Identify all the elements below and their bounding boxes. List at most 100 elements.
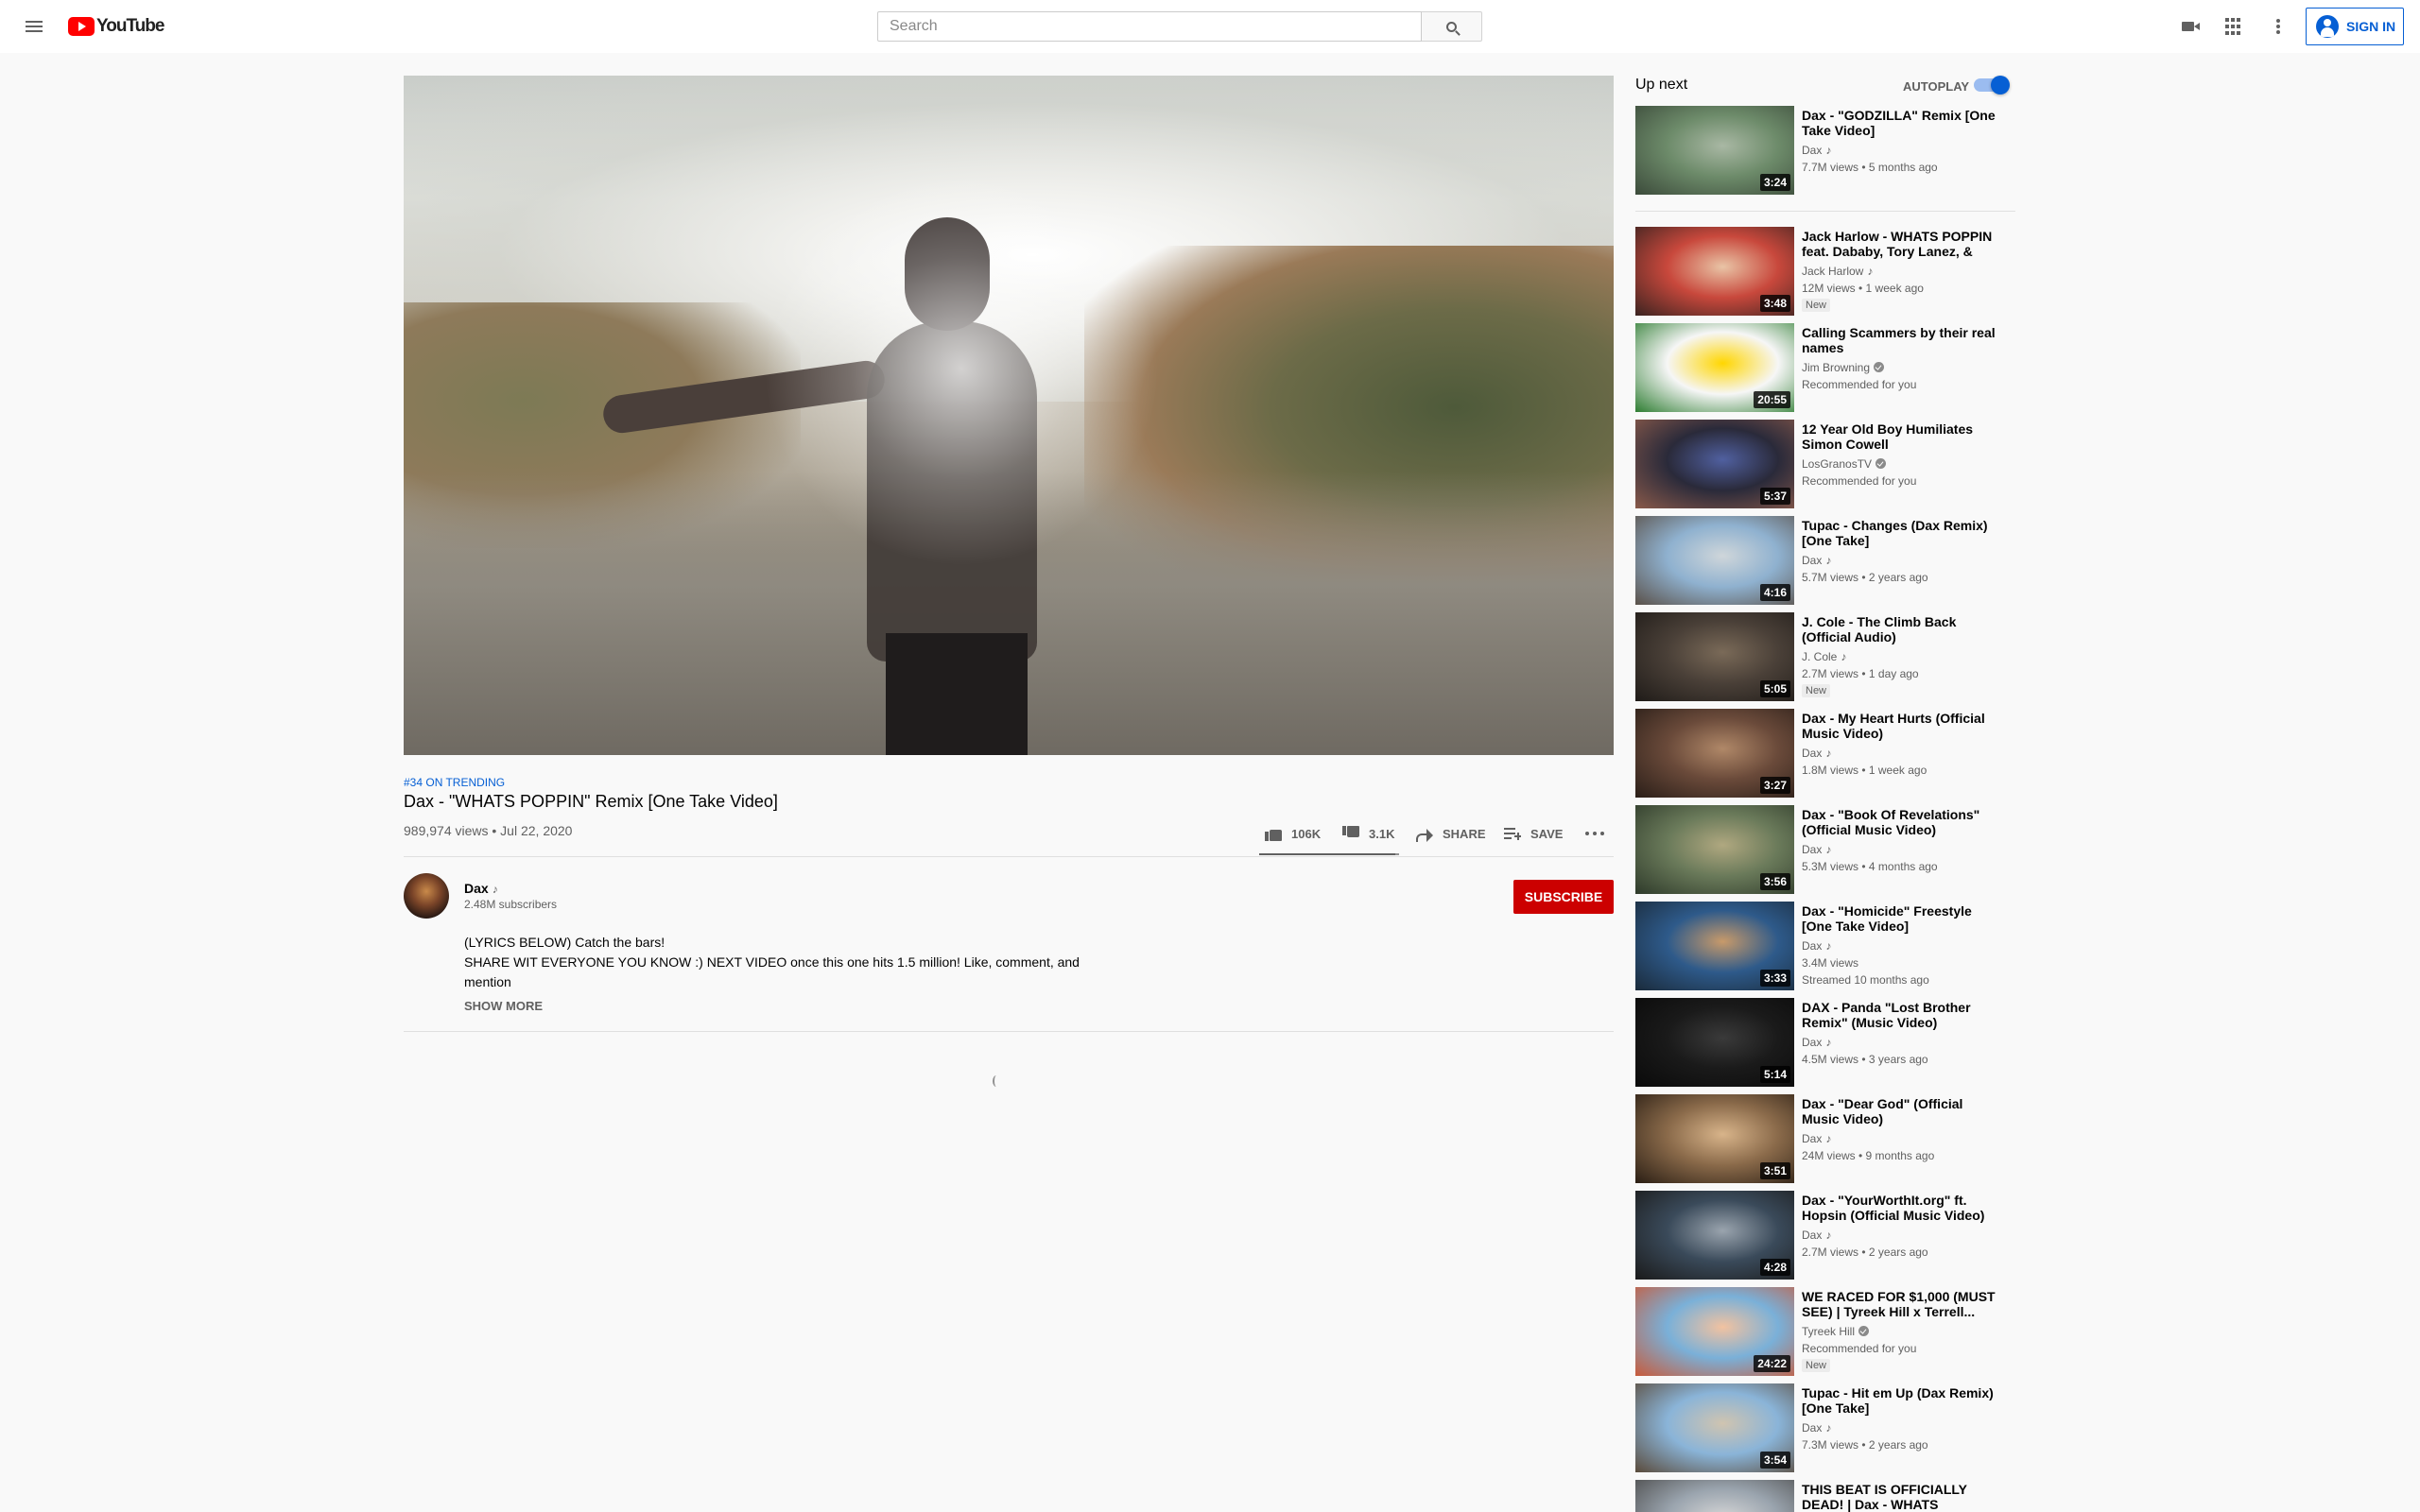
recommended-video[interactable]: 3:33 Dax - "Homicide" Freestyle [One Take… xyxy=(1635,902,2015,990)
search-button[interactable] xyxy=(1422,11,1482,42)
video-thumbnail[interactable]: 3:24 xyxy=(1635,106,1794,195)
video-thumbnail[interactable]: 3:48 xyxy=(1635,227,1794,316)
channel-name[interactable]: Dax ♪ xyxy=(1802,1132,1831,1145)
channel-name[interactable]: Dax ♪ xyxy=(1802,939,1831,953)
create-video-icon[interactable] xyxy=(2176,15,2200,38)
video-thumbnail[interactable]: 5:05 xyxy=(1635,612,1794,701)
video-title[interactable]: Calling Scammers by their real names xyxy=(1802,325,2000,355)
video-thumbnail[interactable]: 3:51 xyxy=(1635,1094,1794,1183)
channel-name[interactable]: Dax ♪ xyxy=(1802,1036,1831,1049)
music-note-icon: ♪ xyxy=(1825,747,1832,760)
recommended-video[interactable]: 4:28 Dax - "YourWorthIt.org" ft. Hopsin (… xyxy=(1635,1191,2015,1280)
video-meta: 2.7M views • 1 day ago xyxy=(1802,667,1919,680)
recommended-video[interactable]: 3:27 Dax - My Heart Hurts (Official Music… xyxy=(1635,709,2015,798)
show-more-button[interactable]: SHOW MORE xyxy=(464,999,543,1013)
menu-icon[interactable] xyxy=(23,15,45,38)
channel-name[interactable]: Tyreek Hill xyxy=(1802,1325,1870,1338)
recommended-video[interactable]: 5:05 J. Cole - The Climb Back (Official A… xyxy=(1635,612,2015,701)
video-title[interactable]: Tupac - Changes (Dax Remix) [One Take] xyxy=(1802,518,2000,548)
channel-name[interactable]: Dax ♪ xyxy=(1802,1421,1831,1435)
save-button[interactable]: SAVE xyxy=(1504,816,1563,850)
new-badge: New xyxy=(1802,1359,1831,1372)
recommended-video[interactable]: 3:56 Dax - "Book Of Revelations" (Officia… xyxy=(1635,805,2015,894)
channel-name[interactable]: Jim Browning xyxy=(1802,361,1885,374)
video-meta: 7.3M views • 2 years ago xyxy=(1802,1438,1928,1452)
recommended-video[interactable]: 3:24 Dax - "GODZILLA" Remix [One Take Vid… xyxy=(1635,106,2015,195)
video-thumbnail[interactable]: 20:55 xyxy=(1635,323,1794,412)
channel-avatar[interactable] xyxy=(404,873,449,919)
recommended-video[interactable]: 4:16 Tupac - Changes (Dax Remix) [One Tak… xyxy=(1635,516,2015,605)
share-button[interactable]: SHARE xyxy=(1416,816,1486,850)
channel-name[interactable]: Jack Harlow ♪ xyxy=(1802,265,1873,278)
video-thumbnail[interactable]: 3:56 xyxy=(1635,805,1794,894)
video-title[interactable]: DAX - Panda "Lost Brother Remix" (Music … xyxy=(1802,1000,2000,1030)
video-thumbnail[interactable]: 4:16 xyxy=(1635,516,1794,605)
subscribe-button[interactable]: SUBSCRIBE xyxy=(1513,880,1614,914)
video-duration: 3:56 xyxy=(1759,873,1790,890)
recommended-video[interactable]: THIS BEAT IS OFFICIALLY DEAD! | Dax - WH… xyxy=(1635,1480,2015,1512)
sign-in-button[interactable]: SIGN IN xyxy=(2306,8,2404,45)
divider xyxy=(1635,211,2015,212)
search-input[interactable]: Search xyxy=(877,11,1422,42)
channel-name[interactable]: J. Cole ♪ xyxy=(1802,650,1846,663)
video-title[interactable]: Dax - "Dear God" (Official Music Video) xyxy=(1802,1096,2000,1126)
channel-name-label: Dax xyxy=(1802,1036,1823,1049)
video-title[interactable]: Dax - "Homicide" Freestyle [One Take Vid… xyxy=(1802,903,2000,934)
video-thumbnail[interactable]: 3:54 xyxy=(1635,1383,1794,1472)
channel-name[interactable]: Dax ♪ xyxy=(1802,747,1831,760)
video-thumbnail[interactable]: 24:22 xyxy=(1635,1287,1794,1376)
video-thumbnail[interactable]: 5:37 xyxy=(1635,420,1794,508)
video-title[interactable]: Jack Harlow - WHATS POPPIN feat. Dababy,… xyxy=(1802,229,2000,259)
video-title[interactable]: Dax - "YourWorthIt.org" ft. Hopsin (Offi… xyxy=(1802,1193,2000,1223)
video-title[interactable]: WE RACED FOR $1,000 (MUST SEE) | Tyreek … xyxy=(1802,1289,2000,1319)
channel-name-label: Jack Harlow xyxy=(1802,265,1864,278)
video-title[interactable]: Dax - My Heart Hurts (Official Music Vid… xyxy=(1802,711,2000,741)
video-title[interactable]: Tupac - Hit em Up (Dax Remix) [One Take] xyxy=(1802,1385,2000,1416)
channel-name[interactable]: Dax ♪ xyxy=(1802,554,1831,567)
recommended-video[interactable]: 5:14 DAX - Panda "Lost Brother Remix" (Mu… xyxy=(1635,998,2015,1087)
autoplay-toggle[interactable] xyxy=(1974,76,2010,94)
dislike-button[interactable]: 3.1K xyxy=(1342,816,1394,850)
more-actions-button[interactable] xyxy=(1583,816,1606,850)
recommended-video[interactable]: 3:48 Jack Harlow - WHATS POPPIN feat. Dab… xyxy=(1635,227,2015,316)
channel-name[interactable]: Dax ♪ xyxy=(1802,144,1831,157)
video-title[interactable]: Dax - "GODZILLA" Remix [One Take Video] xyxy=(1802,108,2000,138)
channel-name[interactable]: Dax ♪ xyxy=(464,881,498,896)
video-meta: 5.3M views • 4 months ago xyxy=(1802,860,1938,873)
video-duration: 24:22 xyxy=(1754,1355,1790,1372)
channel-name[interactable]: LosGranosTV xyxy=(1802,457,1887,471)
video-thumbnail[interactable]: 3:27 xyxy=(1635,709,1794,798)
trending-badge[interactable]: #34 ON TRENDING xyxy=(404,776,505,789)
like-button[interactable]: 106K xyxy=(1265,816,1321,850)
apps-grid-icon[interactable] xyxy=(2221,15,2244,38)
recommended-video[interactable]: 3:51 Dax - "Dear God" (Official Music Vid… xyxy=(1635,1094,2015,1183)
divider xyxy=(404,1031,1614,1032)
video-meta: Recommended for you xyxy=(1802,474,1917,488)
view-count-date: 989,974 views • Jul 22, 2020 xyxy=(404,823,573,838)
video-title[interactable]: Dax - "Book Of Revelations" (Official Mu… xyxy=(1802,807,2000,837)
channel-name-label: Dax xyxy=(1802,1132,1823,1145)
recommended-video[interactable]: 3:54 Tupac - Hit em Up (Dax Remix) [One T… xyxy=(1635,1383,2015,1472)
video-thumbnail[interactable]: 5:14 xyxy=(1635,998,1794,1087)
video-player[interactable] xyxy=(404,76,1614,755)
video-title[interactable]: THIS BEAT IS OFFICIALLY DEAD! | Dax - WH… xyxy=(1802,1482,2000,1512)
video-title[interactable]: 12 Year Old Boy Humiliates Simon Cowell xyxy=(1802,421,2000,452)
music-note-icon: ♪ xyxy=(1825,843,1832,856)
video-thumbnail[interactable]: 4:28 xyxy=(1635,1191,1794,1280)
video-thumbnail[interactable] xyxy=(1635,1480,1794,1512)
video-thumbnail[interactable]: 3:33 xyxy=(1635,902,1794,990)
recommended-video[interactable]: 5:37 12 Year Old Boy Humiliates Simon Cow… xyxy=(1635,420,2015,508)
channel-name[interactable]: Dax ♪ xyxy=(1802,1228,1831,1242)
settings-more-icon[interactable] xyxy=(2267,15,2290,38)
subscriber-count: 2.48M subscribers xyxy=(464,898,558,911)
channel-name[interactable]: Dax ♪ xyxy=(1802,843,1831,856)
video-title[interactable]: J. Cole - The Climb Back (Official Audio… xyxy=(1802,614,2000,644)
music-note-icon: ♪ xyxy=(1825,554,1832,567)
recommended-video[interactable]: 24:22 WE RACED FOR $1,000 (MUST SEE) | Ty… xyxy=(1635,1287,2015,1376)
more-horizontal-icon xyxy=(1583,832,1606,835)
recommended-video[interactable]: 20:55 Calling Scammers by their real name… xyxy=(1635,323,2015,412)
video-title: Dax - "WHATS POPPIN" Remix [One Take Vid… xyxy=(404,792,778,811)
video-meta: Recommended for you xyxy=(1802,1342,1917,1355)
video-duration: 4:16 xyxy=(1759,584,1790,601)
youtube-logo[interactable]: YouTube xyxy=(68,16,164,37)
